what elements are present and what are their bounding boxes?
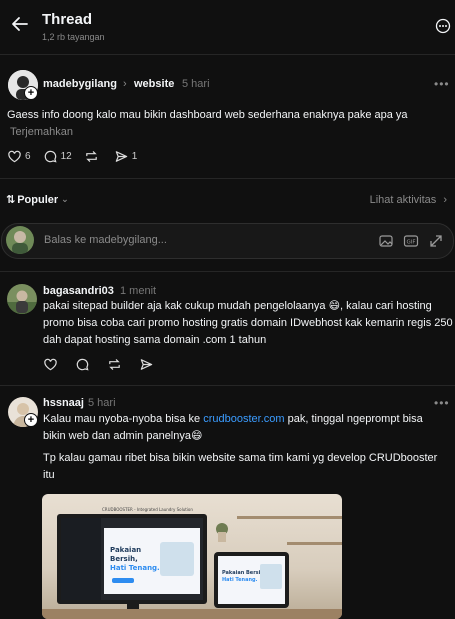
view-count: 1,2 rb tayangan — [42, 32, 105, 42]
view-activity-link[interactable]: Lihat aktivitas › — [370, 194, 447, 206]
media-banner: CRUDBOOSTER - Integrated Laundry Solutio… — [102, 507, 193, 512]
reply-text-part: Kalau mau nyoba-nyoba bisa ke — [43, 413, 204, 425]
reply-time: 5 hari — [88, 397, 116, 409]
header: Thread 1,2 rb tayangan — [0, 0, 455, 55]
comment-icon — [76, 358, 89, 371]
divider — [0, 385, 455, 386]
page-title: Thread — [42, 11, 93, 28]
reply-more-icon[interactable]: ••• — [434, 396, 450, 410]
send-icon — [115, 151, 127, 162]
sort-dropdown[interactable]: ⇅ Populer ⌄ — [6, 193, 69, 207]
reply-time: 1 menit — [120, 285, 157, 297]
expand-icon[interactable] — [428, 233, 444, 249]
like-button[interactable] — [43, 357, 61, 372]
send-icon — [140, 359, 153, 370]
crudbooster-link[interactable]: crudbooster.com — [203, 413, 284, 425]
post-topic[interactable]: website — [134, 78, 174, 90]
attached-image[interactable]: CRUDBOOSTER - Integrated Laundry Solutio… — [42, 494, 342, 619]
comment-button[interactable] — [75, 357, 93, 372]
sort-icon: ⇅ — [6, 194, 16, 206]
like-button[interactable]: 6 — [7, 149, 31, 164]
heart-icon — [8, 150, 21, 163]
repost-icon — [85, 151, 97, 162]
more-options-icon[interactable] — [435, 18, 451, 34]
reply-text: pakai sitepad builder aja kak cukup muda… — [43, 300, 453, 346]
like-count: 6 — [25, 151, 31, 162]
chevron-right-icon: › — [443, 194, 447, 206]
translate-link[interactable]: Terjemahkan — [10, 126, 73, 138]
follow-plus-icon[interactable]: + — [24, 86, 38, 100]
media-headline-2: Bersih, — [110, 555, 138, 563]
reply-username[interactable]: hssnaaj — [43, 397, 84, 409]
topic-separator-icon: › — [123, 78, 127, 90]
heart-icon — [44, 358, 57, 371]
repost-icon — [109, 359, 120, 370]
reply-text-2: Tp kalau gamau ribet bisa bikin website … — [43, 452, 438, 481]
comment-count: 12 — [60, 151, 72, 162]
comment-icon — [44, 150, 57, 163]
my-avatar — [6, 226, 34, 254]
reply-text: Kalau mau nyoba-nyoba bisa ke crudbooste… — [43, 411, 448, 445]
gif-icon[interactable]: GIF — [403, 233, 419, 249]
reply-tools: GIF — [378, 233, 453, 249]
share-button[interactable] — [139, 357, 157, 372]
post-username[interactable]: madebygilang — [43, 78, 117, 90]
post-more-icon[interactable]: ••• — [434, 77, 450, 91]
my-avatar-image — [6, 226, 34, 254]
back-arrow-icon[interactable] — [10, 14, 30, 34]
tablet-headline-1: Pakaian Bersih, — [222, 570, 266, 576]
post-text-block: Gaess info doong kalo mau bikin dashboar… — [7, 107, 427, 141]
media-headline-3: Hati Tenang. — [110, 564, 160, 572]
comment-button[interactable]: 12 — [43, 149, 72, 164]
share-count: 1 — [131, 151, 138, 162]
divider — [0, 178, 455, 179]
repost-button[interactable] — [107, 357, 125, 372]
media-headline-1: Pakaian — [110, 546, 141, 554]
reply-actions — [43, 357, 169, 372]
reply-avatar-image — [7, 284, 37, 314]
reply-username[interactable]: bagasandri03 — [43, 285, 114, 297]
repost-button[interactable] — [84, 149, 102, 164]
divider — [0, 271, 455, 272]
image-icon[interactable] — [378, 233, 394, 249]
share-button[interactable]: 1 — [114, 149, 138, 164]
svg-text:GIF: GIF — [406, 240, 415, 246]
follow-plus-icon[interactable]: + — [24, 413, 38, 427]
post-text: Gaess info doong kalo mau bikin dashboar… — [7, 109, 408, 121]
post-time: 5 hari — [182, 78, 210, 90]
attached-image-illustration: CRUDBOOSTER - Integrated Laundry Solutio… — [42, 507, 342, 619]
post-actions: 6 12 1 — [7, 149, 149, 164]
sort-label: Populer — [17, 193, 59, 206]
tablet-headline-2: Hati Tenang. — [222, 577, 258, 583]
reply-placeholder: Balas ke madebygilang... — [44, 234, 167, 246]
chevron-down-icon: ⌄ — [61, 194, 69, 204]
reply-avatar[interactable] — [7, 284, 37, 314]
view-activity-label: Lihat aktivitas — [369, 194, 437, 206]
